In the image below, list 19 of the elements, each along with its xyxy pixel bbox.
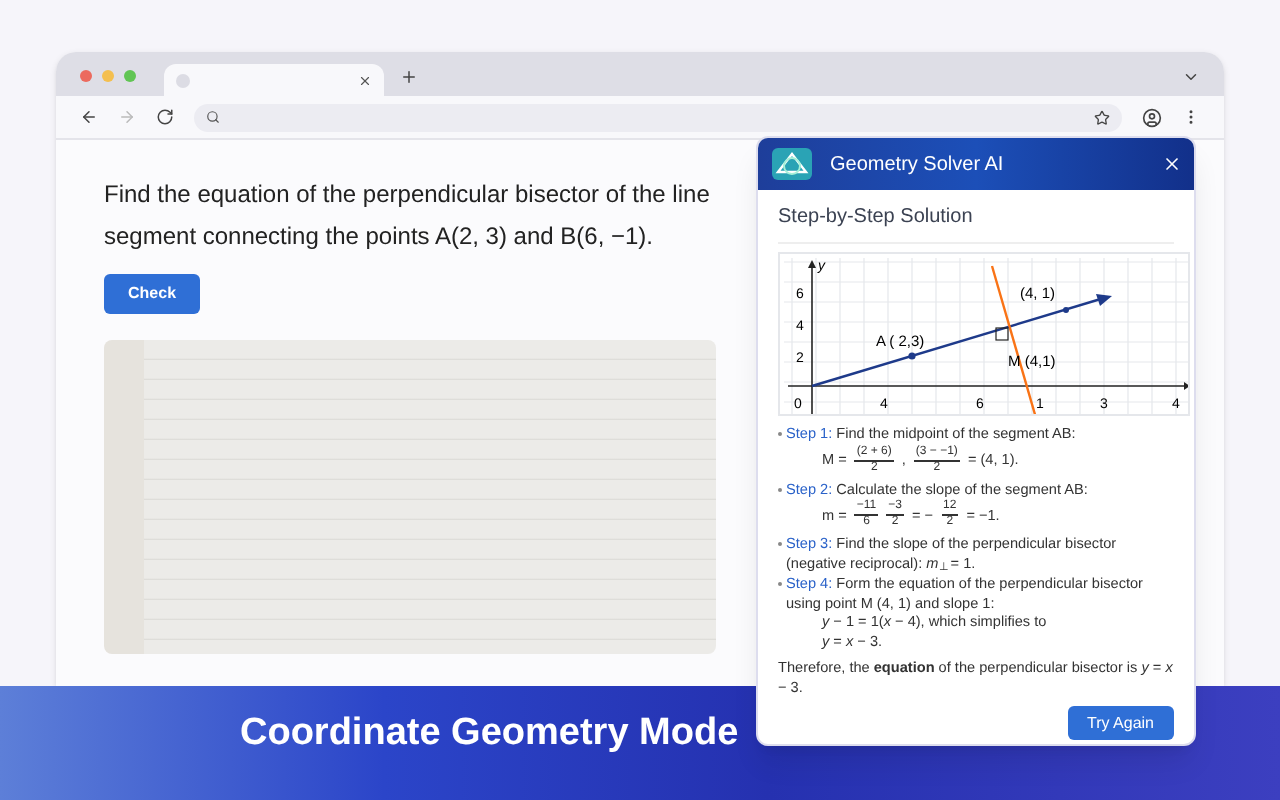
new-tab-icon[interactable] bbox=[400, 68, 418, 86]
try-again-button[interactable]: Try Again bbox=[1067, 706, 1174, 740]
profile-icon[interactable] bbox=[1142, 107, 1162, 127]
search-icon bbox=[206, 110, 220, 124]
back-icon[interactable] bbox=[80, 108, 98, 126]
logo-icon bbox=[770, 146, 814, 182]
tab-close-icon[interactable] bbox=[358, 73, 372, 87]
tab-favicon-icon bbox=[176, 73, 190, 87]
close-icon[interactable] bbox=[1162, 154, 1182, 174]
banner-title: Coordinate Geometry Mode bbox=[240, 710, 739, 759]
tab-list-icon[interactable] bbox=[1182, 68, 1200, 86]
address-field[interactable] bbox=[194, 103, 1122, 131]
bookmark-star-icon[interactable] bbox=[1094, 109, 1110, 125]
panel-title: Geometry Solver AI bbox=[830, 151, 1006, 179]
right-angle-mark bbox=[995, 327, 1009, 341]
reload-icon[interactable] bbox=[156, 108, 174, 126]
question-text: Find the equation of the perpendicular bisector of the line segment connecting the points A(2, 3) and B(6, −1). bbox=[104, 178, 712, 254]
solution-heading: Step-by-Step Solution bbox=[778, 202, 1174, 244]
check-button[interactable]: Check bbox=[104, 274, 201, 314]
